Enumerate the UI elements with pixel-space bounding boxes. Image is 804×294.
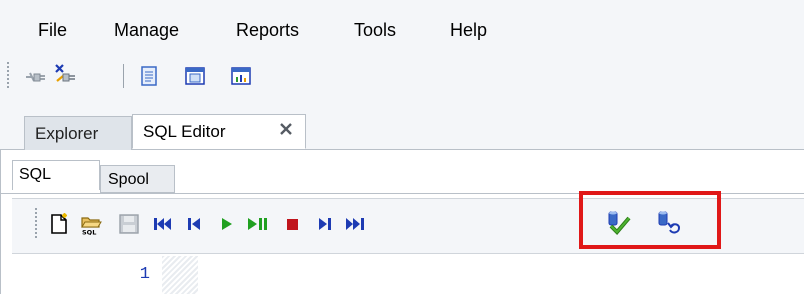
sql-editor-text-area[interactable] bbox=[199, 256, 804, 294]
last-icon[interactable] bbox=[344, 213, 366, 235]
highlight-box bbox=[579, 191, 721, 249]
first-icon[interactable] bbox=[152, 213, 174, 235]
open-sql-icon[interactable]: SQL bbox=[80, 213, 102, 235]
menu-tools[interactable]: Tools bbox=[354, 19, 396, 41]
application-window: File Manage Reports Tools Help Explorer … bbox=[0, 0, 804, 294]
menu-bar: File Manage Reports Tools Help bbox=[0, 0, 804, 52]
run-icon[interactable] bbox=[216, 213, 238, 235]
tab-explorer-label: Explorer bbox=[35, 124, 99, 143]
previous-icon[interactable] bbox=[184, 213, 206, 235]
disconnect-icon[interactable] bbox=[24, 65, 46, 87]
run-step-icon[interactable] bbox=[246, 213, 268, 235]
close-icon[interactable] bbox=[279, 122, 293, 136]
subtab-spool-label: Spool bbox=[108, 171, 149, 188]
document-icon[interactable] bbox=[138, 65, 160, 87]
stop-icon[interactable] bbox=[282, 213, 304, 235]
tab-sql-editor-label: SQL Editor bbox=[143, 122, 226, 141]
connect-icon[interactable] bbox=[54, 63, 76, 85]
new-icon[interactable] bbox=[48, 213, 70, 235]
tab-explorer[interactable]: Explorer bbox=[24, 116, 132, 150]
subtab-sql[interactable]: SQL bbox=[12, 160, 100, 190]
menu-manage[interactable]: Manage bbox=[114, 19, 179, 41]
toolbar-separator bbox=[123, 64, 124, 88]
next-icon[interactable] bbox=[314, 213, 336, 235]
window-icon[interactable] bbox=[184, 65, 206, 87]
menu-file[interactable]: File bbox=[38, 19, 67, 41]
pane-border bbox=[0, 150, 1, 294]
subtab-spool[interactable]: Spool bbox=[100, 165, 175, 193]
line-number: 1 bbox=[139, 265, 150, 284]
toolbar-grip[interactable] bbox=[6, 62, 10, 90]
editor-toolbar-grip[interactable] bbox=[34, 208, 38, 240]
svg-text:SQL: SQL bbox=[82, 229, 96, 236]
subtab-sql-label: SQL bbox=[19, 166, 52, 183]
chart-icon[interactable] bbox=[230, 65, 252, 87]
gutter-margin bbox=[162, 256, 198, 294]
main-toolbar bbox=[0, 52, 804, 104]
menu-help[interactable]: Help bbox=[450, 19, 487, 41]
save-icon[interactable] bbox=[118, 213, 140, 235]
menu-reports[interactable]: Reports bbox=[236, 19, 299, 41]
